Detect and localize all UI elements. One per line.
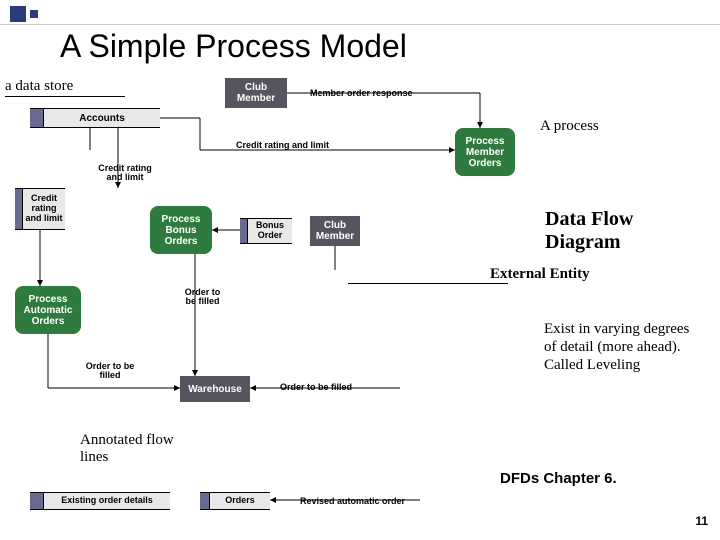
flow-label-member-order-response: Member order response [310,88,413,98]
label-annotated-flow-lines: Annotated flow lines [80,432,174,467]
entity-club-member-mid-label: Club Member [312,220,358,242]
entity-club-member-top-label: Club Member [227,82,285,104]
datastore-bonus-handle [240,219,248,243]
datastore-bonus-order: Bonus Order [240,218,292,244]
datastore-accounts-handle [30,109,44,127]
process-automatic-orders-label: Process Automatic Orders [17,294,79,327]
datastore-credit-rating-limit: Credit rating and limit [15,188,65,230]
label-data-flow-diagram: Data Flow Diagram [545,208,633,254]
process-bonus-orders-label: Process Bonus Orders [152,214,210,247]
slide-bullet-large [10,6,26,22]
slide-header-rule [0,24,720,25]
entity-warehouse-label: Warehouse [188,384,242,395]
datastore-existing-order-details: Existing order details [30,492,170,510]
label-external-entity-underline [348,283,508,284]
datastore-orders-handle [200,493,210,509]
datastore-orders-label: Orders [225,496,255,506]
datastore-existing-label: Existing order details [61,496,153,506]
label-data-store-underline [5,96,125,97]
label-a-process: A process [540,118,599,135]
datastore-accounts-label: Accounts [79,113,125,124]
datastore-accounts: Accounts [30,108,160,128]
entity-club-member-top: Club Member [225,78,287,108]
flow-label-order-filled-1: Order to be filled [180,288,225,307]
label-external-entity: External Entity [490,266,590,283]
flow-label-revised-auto-order: Revised automatic order [300,496,405,506]
datastore-credit-label: Credit rating and limit [25,194,63,224]
annot-l2: lines [80,449,108,465]
dfd-line2: Diagram [545,231,621,253]
label-leveling: Exist in varying degrees of detail (more… [544,320,694,374]
label-dfds-chapter: DFDs Chapter 6. [500,470,617,487]
flow-label-order-filled-3: Order to be filled [280,382,352,392]
process-automatic-orders: Process Automatic Orders [15,286,81,334]
process-member-orders: Process Member Orders [455,128,515,176]
dfd-line1: Data Flow [545,208,633,230]
flow-label-order-filled-2: Order to be filled [85,362,135,381]
label-data-store: a data store [5,78,73,95]
datastore-orders: Orders [200,492,270,510]
entity-warehouse: Warehouse [180,376,250,402]
datastore-bonus-label: Bonus Order [250,221,290,241]
datastore-existing-handle [30,493,44,509]
datastore-credit-ds-handle [15,189,23,229]
flow-label-credit-rating-limit: Credit rating and limit [236,140,329,150]
page-number: 11 [695,514,708,528]
slide-bullet-small [30,10,38,18]
page-title: A Simple Process Model [60,28,407,65]
annot-l1: Annotated flow [80,432,174,448]
process-member-orders-label: Process Member Orders [457,136,513,169]
entity-club-member-mid: Club Member [310,216,360,246]
flow-label-credit-rating-limit-2: Credit rating and limit [95,164,155,183]
process-bonus-orders: Process Bonus Orders [150,206,212,254]
